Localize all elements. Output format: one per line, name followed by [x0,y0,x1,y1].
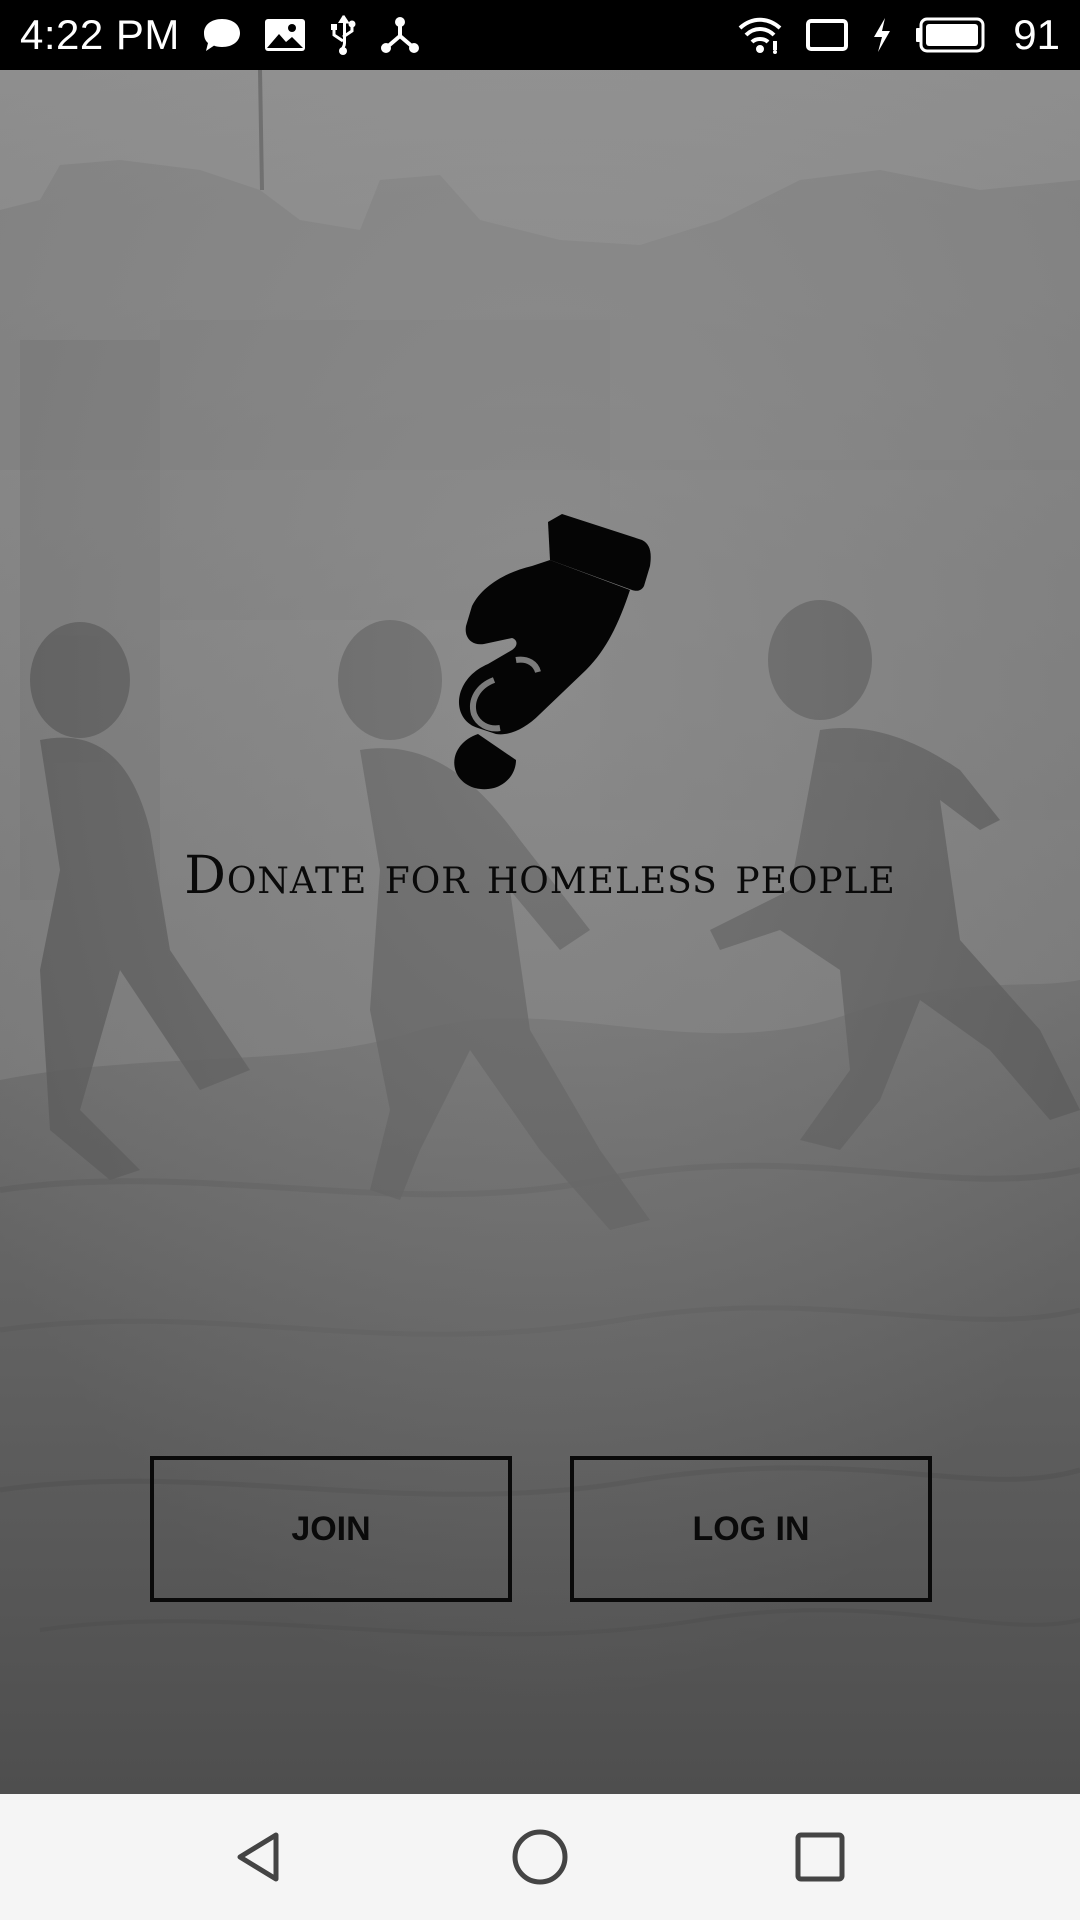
charging-bolt-icon [871,17,893,53]
battery-icon [915,17,987,53]
app-screen: 4:22 PM 91 Donate for homeless people JO… [0,0,1080,1920]
battery-level-text: 91 [1013,11,1060,58]
login-button[interactable]: LOG IN [570,1456,932,1602]
navigation-bar [0,1794,1080,1920]
recents-square-icon[interactable] [770,1807,870,1907]
status-time: 4:22 PM [20,11,180,58]
app-tagline: Donate for homeless people [184,846,896,906]
home-circle-icon[interactable] [490,1807,590,1907]
cast-icon [805,18,849,52]
join-button[interactable]: JOIN [150,1456,512,1602]
image-icon [264,18,306,52]
status-bar: 4:22 PM 91 [0,0,1080,70]
wifi-icon [737,16,783,54]
donation-hand-icon [0,510,1080,790]
status-bar-right: 91 [737,11,1060,59]
status-bar-left: 4:22 PM [20,11,420,59]
back-triangle-icon[interactable] [210,1807,310,1907]
chat-bubble-icon [202,17,242,53]
usb-icon [328,15,358,55]
share-network-icon [380,16,420,54]
